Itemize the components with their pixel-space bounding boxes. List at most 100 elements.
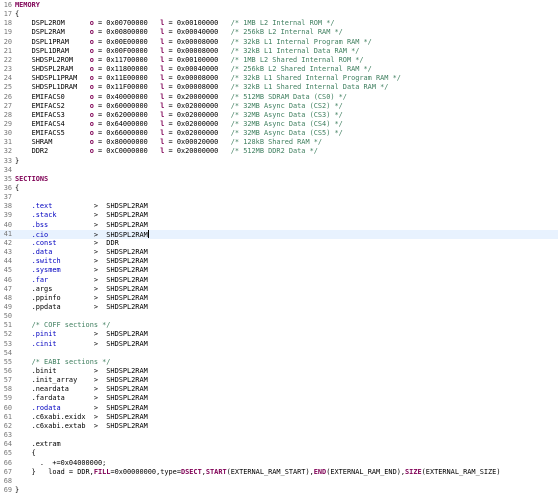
code-line[interactable]: 16 MEMORY (0, 1, 558, 10)
line-number: 43 (3, 248, 12, 257)
code-line[interactable]: 29 EMIFACS4 o = 0x64000000 l = 0x0200000… (0, 120, 558, 129)
code-token: > DDR (56, 238, 119, 247)
code-token: > SHDSPL2RAM (56, 330, 148, 339)
line-text: DDR2 o = 0xC0000000 l = 0x20000000 /* 51… (15, 147, 318, 156)
code-line[interactable]: 65 { (0, 449, 558, 458)
code-line[interactable]: 39 .stack > SHDSPL2RAM (0, 211, 558, 220)
line-number: 68 (3, 476, 12, 485)
code-line[interactable]: 38 .text > SHDSPL2RAM (0, 202, 558, 211)
code-token: = 0x11F00000 (93, 83, 161, 92)
code-line[interactable]: 43 .data > SHDSPL2RAM (0, 248, 558, 257)
code-line[interactable]: 49 .ppdata > SHDSPL2RAM (0, 303, 558, 312)
code-line[interactable]: 24 SHDSPL1PRAM o = 0x11E00000 l = 0x0000… (0, 74, 558, 83)
line-number: 17 (3, 10, 12, 19)
code-line[interactable]: 30 EMIFACS5 o = 0x66000000 l = 0x0200000… (0, 129, 558, 138)
code-line[interactable]: 62 .c6xabi.extab > SHDSPL2RAM (0, 422, 558, 431)
code-token: .bss (31, 220, 49, 229)
code-line[interactable]: 37 (0, 193, 558, 202)
code-line[interactable]: 64 .extram (0, 440, 558, 449)
code-line[interactable]: 54 (0, 349, 558, 358)
line-number: 46 (3, 275, 12, 284)
code-line[interactable]: 40 .bss > SHDSPL2RAM (0, 221, 558, 230)
line-number: 36 (3, 184, 12, 192)
code-line[interactable]: 17{ (0, 10, 558, 19)
code-token: (EXTERNAL_RAM_START), (226, 467, 314, 476)
code-line[interactable]: 53 .cinit > SHDSPL2RAM (0, 340, 558, 349)
code-line[interactable]: 20 DSPL1PRAM o = 0x00E00000 l = 0x000080… (0, 38, 558, 47)
code-token: .init_array > SHDSPL2RAM (15, 376, 148, 385)
code-token: = 0x02000000 (164, 110, 231, 119)
current-code-line[interactable]: 41 .cio > SHDSPL2RAM (0, 229, 558, 239)
code-line[interactable]: 46 .far > SHDSPL2RAM (0, 276, 558, 285)
line-text: EMIFACS0 o = 0x40000000 l = 0x20000000 /… (15, 93, 347, 102)
code-line[interactable]: 35 SECTIONS (0, 175, 558, 184)
code-line[interactable]: 50 (0, 312, 558, 321)
code-token: = 0x00100000 (164, 55, 231, 64)
line-text: { (15, 184, 19, 193)
code-line[interactable]: 55 /* EABI sections */ (0, 358, 558, 367)
line-number: 41 (3, 229, 12, 238)
code-line[interactable]: 52 .pinit > SHDSPL2RAM (0, 330, 558, 339)
code-line[interactable]: 58 .neardata > SHDSPL2RAM (0, 385, 558, 394)
code-line[interactable]: 67 } load = DDR,FILL=0x00000000,type=DSE… (0, 468, 558, 477)
code-line[interactable]: 66 . +=0x04000000; (0, 459, 558, 468)
code-line[interactable]: 33} (0, 157, 558, 166)
code-line[interactable]: 19 DSPL2RAM o = 0x00800000 l = 0x0004000… (0, 28, 558, 37)
code-line[interactable]: 34 (0, 166, 558, 175)
code-editor[interactable]: 16 MEMORY 17{18 DSPL2ROM o = 0x00700000 l … (0, 0, 558, 494)
code-line[interactable]: 23 SHDSPL2RAM o = 0x11800000 l = 0x00040… (0, 65, 558, 74)
code-line[interactable]: 69} (0, 486, 558, 495)
code-token: = 0x02000000 (164, 101, 231, 110)
line-number: 37 (3, 193, 12, 202)
code-token: .stack (31, 211, 57, 220)
code-line[interactable]: 60 .rodata > SHDSPL2RAM (0, 404, 558, 413)
line-text: DSPL2ROM o = 0x00700000 l = 0x00100000 /… (15, 19, 335, 28)
code-token: DSPL1PRAM (15, 37, 90, 46)
code-line[interactable]: 27 EMIFACS2 o = 0x60000000 l = 0x0200000… (0, 102, 558, 111)
line-number: 29 (3, 119, 12, 128)
code-line[interactable]: 26 EMIFACS0 o = 0x40000000 l = 0x2000000… (0, 93, 558, 102)
code-line[interactable]: 48 .ppinfo > SHDSPL2RAM (0, 294, 558, 303)
code-token: .pinit (31, 330, 57, 339)
code-line[interactable]: 68 (0, 477, 558, 486)
code-line[interactable]: 56 .binit > SHDSPL2RAM (0, 367, 558, 376)
code-line[interactable]: 57 .init_array > SHDSPL2RAM (0, 376, 558, 385)
line-text: .far > SHDSPL2RAM (15, 276, 148, 285)
code-line[interactable]: 36{ (0, 184, 558, 193)
code-token: > SHDSPL2RAM (48, 220, 148, 229)
line-text: /* EABI sections */ (15, 357, 111, 367)
code-line[interactable]: 42 .const > DDR (0, 239, 558, 248)
code-line[interactable]: 63 (0, 431, 558, 440)
text-cursor (147, 229, 149, 238)
code-line[interactable]: 45 .sysmem > SHDSPL2RAM (0, 266, 558, 275)
code-line[interactable]: 61 .c6xabi.exidx > SHDSPL2RAM (0, 413, 558, 422)
code-token: .fardata > SHDSPL2RAM (15, 394, 148, 403)
line-text: SHRAM o = 0x80000000 l = 0x00020000 /* 1… (15, 138, 322, 147)
line-text: .ppdata > SHDSPL2RAM (15, 303, 148, 312)
code-token: { (15, 184, 20, 192)
code-line[interactable]: 59 .fardata > SHDSPL2RAM (0, 394, 558, 403)
code-line[interactable]: 47 .args > SHDSPL2RAM (0, 285, 558, 294)
code-line[interactable]: 25 SHDSPL1DRAM o = 0x11F00000 l = 0x0000… (0, 83, 558, 92)
line-text: .const > DDR (15, 239, 119, 248)
line-number: 66 (3, 458, 12, 467)
code-line[interactable]: 51 /* COFF sections */ (0, 321, 558, 330)
code-line[interactable]: 21 DSPL1DRAM o = 0x00F00000 l = 0x000080… (0, 47, 558, 56)
code-line[interactable]: 18 DSPL2ROM o = 0x00700000 l = 0x0010000… (0, 19, 558, 28)
line-number: 42 (3, 238, 12, 247)
line-text: } load = DDR,FILL=0x00000000,type=DSECT,… (15, 467, 501, 477)
code-line[interactable]: 32 DDR2 o = 0xC0000000 l = 0x20000000 /*… (0, 147, 558, 156)
code-line[interactable]: 31 SHRAM o = 0x80000000 l = 0x00020000 /… (0, 138, 558, 147)
code-line[interactable]: 28 EMIFACS3 o = 0x62000000 l = 0x0200000… (0, 111, 558, 120)
code-line[interactable]: 44 .switch > SHDSPL2RAM (0, 257, 558, 266)
line-number: 38 (3, 202, 12, 211)
code-line[interactable]: 22 SHDSPL2ROM o = 0x11700000 l = 0x00100… (0, 56, 558, 65)
code-token: /* EABI sections */ (31, 357, 111, 366)
line-text: { (15, 449, 36, 458)
line-text: .ppinfo > SHDSPL2RAM (15, 294, 148, 303)
